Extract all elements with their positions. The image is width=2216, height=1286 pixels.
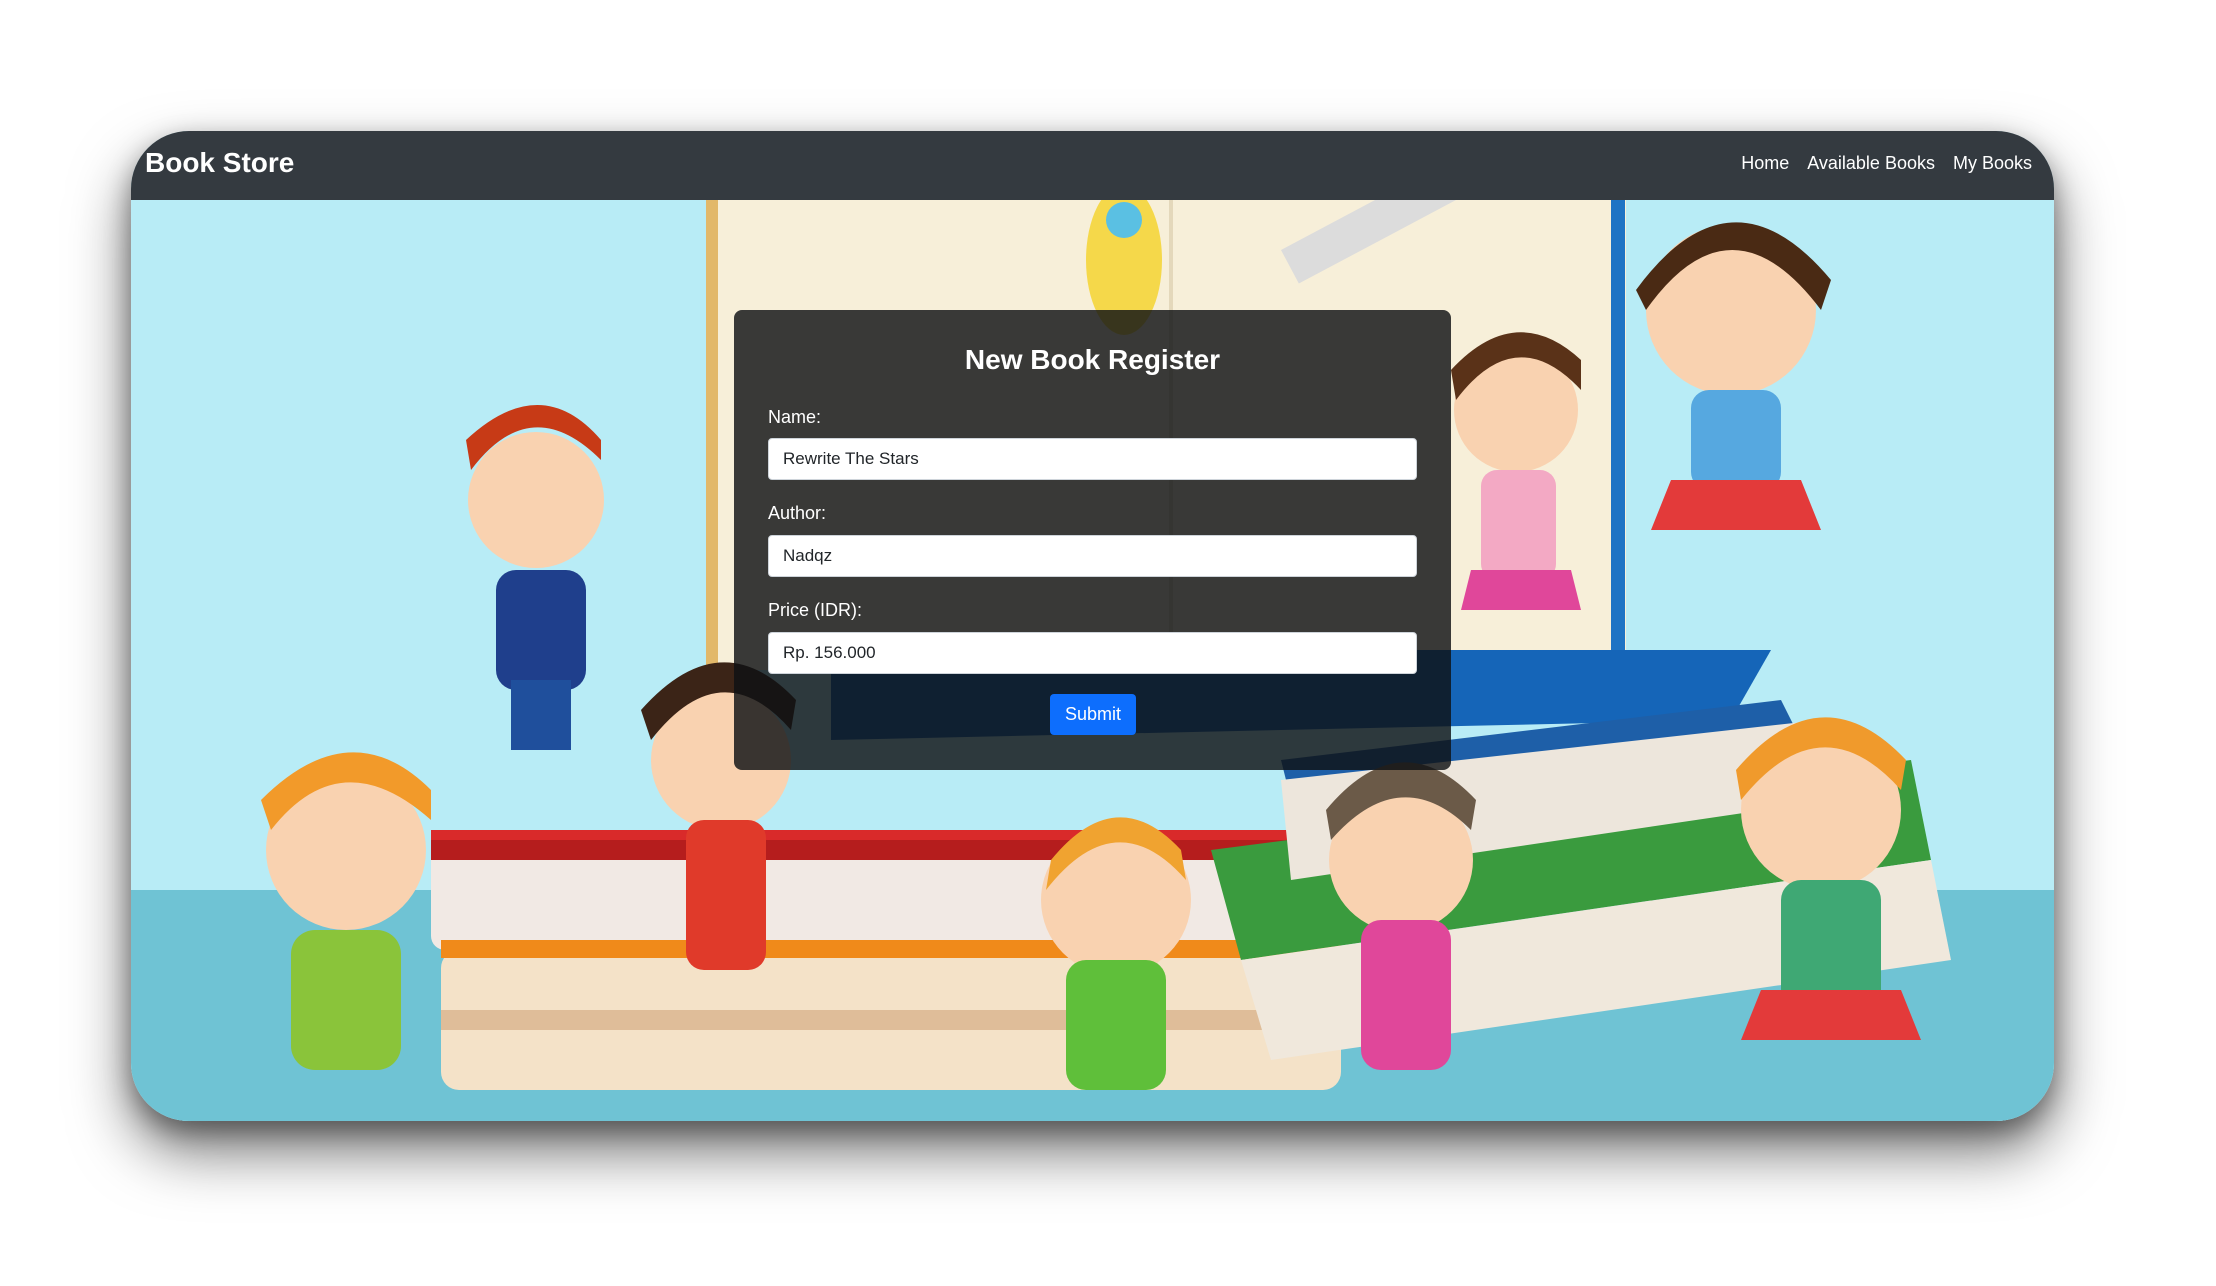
price-label: Price (IDR): [768, 600, 862, 620]
author-label: Author: [768, 503, 827, 523]
new-book-register-card: New Book Register Name: Author: Price (I… [734, 310, 1451, 770]
page-stage: Book Store Home Available Books My Books [0, 0, 2216, 1286]
price-input[interactable] [768, 632, 1417, 674]
brand-logo[interactable]: Book Store [145, 147, 294, 179]
navbar: Book Store Home Available Books My Books [131, 131, 2054, 200]
nav-link-available-books[interactable]: Available Books [1807, 153, 1935, 174]
browser-window: Book Store Home Available Books My Books [131, 131, 2054, 1121]
submit-button[interactable]: Submit [1050, 694, 1136, 735]
nav-link-home[interactable]: Home [1741, 153, 1789, 174]
name-label: Name: [768, 407, 822, 427]
nav-link-my-books[interactable]: My Books [1953, 153, 2032, 174]
name-input[interactable] [768, 438, 1417, 480]
author-input[interactable] [768, 535, 1417, 577]
form-title: New Book Register [964, 344, 1221, 375]
nav-links: Home Available Books My Books [1741, 153, 2032, 174]
